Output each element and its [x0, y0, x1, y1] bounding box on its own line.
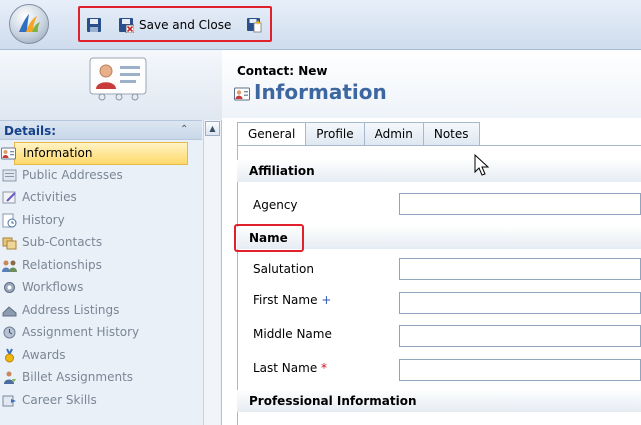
mouse-cursor-icon [474, 154, 490, 176]
recommended-marker: + [321, 293, 332, 307]
address-listings-icon [2, 305, 17, 316]
salutation-input[interactable] [399, 258, 641, 280]
sidebar-item-label: Public Addresses [22, 167, 123, 182]
sidebar-item-awards[interactable]: Awards [0, 345, 202, 368]
save-and-new-icon[interactable] [246, 17, 262, 33]
contact-card-icon [89, 57, 147, 101]
form-header: Contact: New Information [222, 50, 641, 118]
sidebar-item-label: Relationships [22, 257, 102, 272]
information-icon [1, 147, 16, 160]
sidebar-item-history[interactable]: History [0, 210, 202, 233]
sidebar-item-label: Sub-Contacts [22, 235, 103, 249]
collapse-chevrons-icon[interactable]: ⌃ [180, 124, 188, 135]
sidebar-item-label: Workflows [22, 280, 84, 294]
contact-image-area [0, 50, 222, 120]
entity-label: Contact: New [237, 64, 328, 78]
sidebar-nav-list: Information Public Addresses Activities … [0, 142, 202, 412]
save-icon[interactable] [86, 17, 102, 33]
dynamics-logo-icon [19, 14, 40, 32]
sidebar-item-sub-contacts[interactable]: Sub-Contacts [0, 232, 202, 255]
workflows-icon [4, 282, 15, 293]
agency-label: Agency [253, 198, 298, 212]
tab-admin[interactable]: Admin [364, 122, 424, 146]
ribbon-bar: Save and Close [0, 0, 641, 50]
history-icon [2, 213, 17, 227]
details-header[interactable]: Details: ⌃ [0, 120, 202, 140]
name-section-highlight [234, 224, 304, 252]
sidebar-item-public-addresses[interactable]: Public Addresses [0, 165, 202, 188]
agency-input[interactable] [399, 193, 641, 215]
save-and-close-icon[interactable] [118, 17, 134, 33]
sidebar-item-label: Billet Assignments [22, 370, 134, 384]
sidebar-item-label: Activities [22, 190, 77, 204]
career-skills-icon [2, 395, 16, 406]
first-name-label-text: First Name [253, 293, 318, 307]
tab-notes[interactable]: Notes [423, 122, 480, 146]
left-navigation-panel: Details: ⌃ ▲ Information Public Addresse… [0, 50, 222, 425]
relationships-icon [2, 260, 17, 272]
sidebar-scrollbar[interactable]: ▲ [203, 120, 220, 425]
sidebar-item-label: Information [23, 146, 93, 160]
sidebar-item-label: Address Listings [22, 302, 120, 317]
sidebar-item-address-listings[interactable]: Address Listings [0, 300, 202, 323]
sidebar-item-relationships[interactable]: Relationships [0, 255, 202, 278]
section-professional-information: Professional Information [237, 390, 641, 412]
app-orb-button[interactable] [9, 4, 49, 44]
sidebar-item-label: Career Skills [22, 392, 97, 407]
sidebar-item-billet-assignments[interactable]: Billet Assignments [0, 367, 202, 390]
awards-icon [5, 348, 14, 362]
general-tab-panel [237, 145, 641, 425]
sidebar-item-label: Awards [22, 347, 66, 362]
details-label: Details: [4, 124, 57, 138]
tab-general[interactable]: General [237, 122, 307, 146]
activities-icon [2, 191, 16, 204]
first-name-input[interactable] [399, 292, 641, 314]
last-name-input[interactable] [399, 359, 641, 381]
page-title: Information [254, 80, 387, 104]
quick-access-toolbar: Save and Close [78, 6, 272, 42]
salutation-label: Salutation [253, 262, 314, 276]
sub-contacts-icon [2, 237, 17, 250]
billet-assignments-icon [4, 371, 16, 384]
last-name-label: Last Name * [253, 361, 327, 375]
sidebar-item-career-skills[interactable]: Career Skills [0, 390, 202, 413]
sidebar-item-workflows[interactable]: Workflows [0, 277, 202, 300]
section-affiliation: Affiliation [237, 160, 641, 182]
sidebar-item-activities[interactable]: Activities [0, 187, 202, 210]
save-and-close-button[interactable]: Save and Close [139, 18, 231, 32]
last-name-label-text: Last Name [253, 361, 318, 375]
sidebar-item-label: History [22, 212, 65, 227]
information-title-icon [234, 87, 250, 101]
middle-name-input[interactable] [399, 325, 641, 347]
assignment-history-icon [3, 326, 16, 339]
first-name-label: First Name + [253, 293, 331, 307]
required-marker: * [321, 361, 328, 375]
scroll-up-arrow-icon[interactable]: ▲ [205, 121, 220, 136]
address-book-icon [2, 169, 17, 181]
form-tabs: General Profile Admin Notes [237, 122, 480, 146]
sidebar-item-label: Assignment History [22, 325, 140, 339]
middle-name-label: Middle Name [253, 327, 332, 341]
sidebar-item-assignment-history[interactable]: Assignment History [0, 322, 202, 345]
tab-profile[interactable]: Profile [306, 122, 365, 146]
sidebar-item-information[interactable]: Information [1, 142, 188, 165]
form-main-area: Contact: New Information General Profile… [222, 50, 641, 425]
